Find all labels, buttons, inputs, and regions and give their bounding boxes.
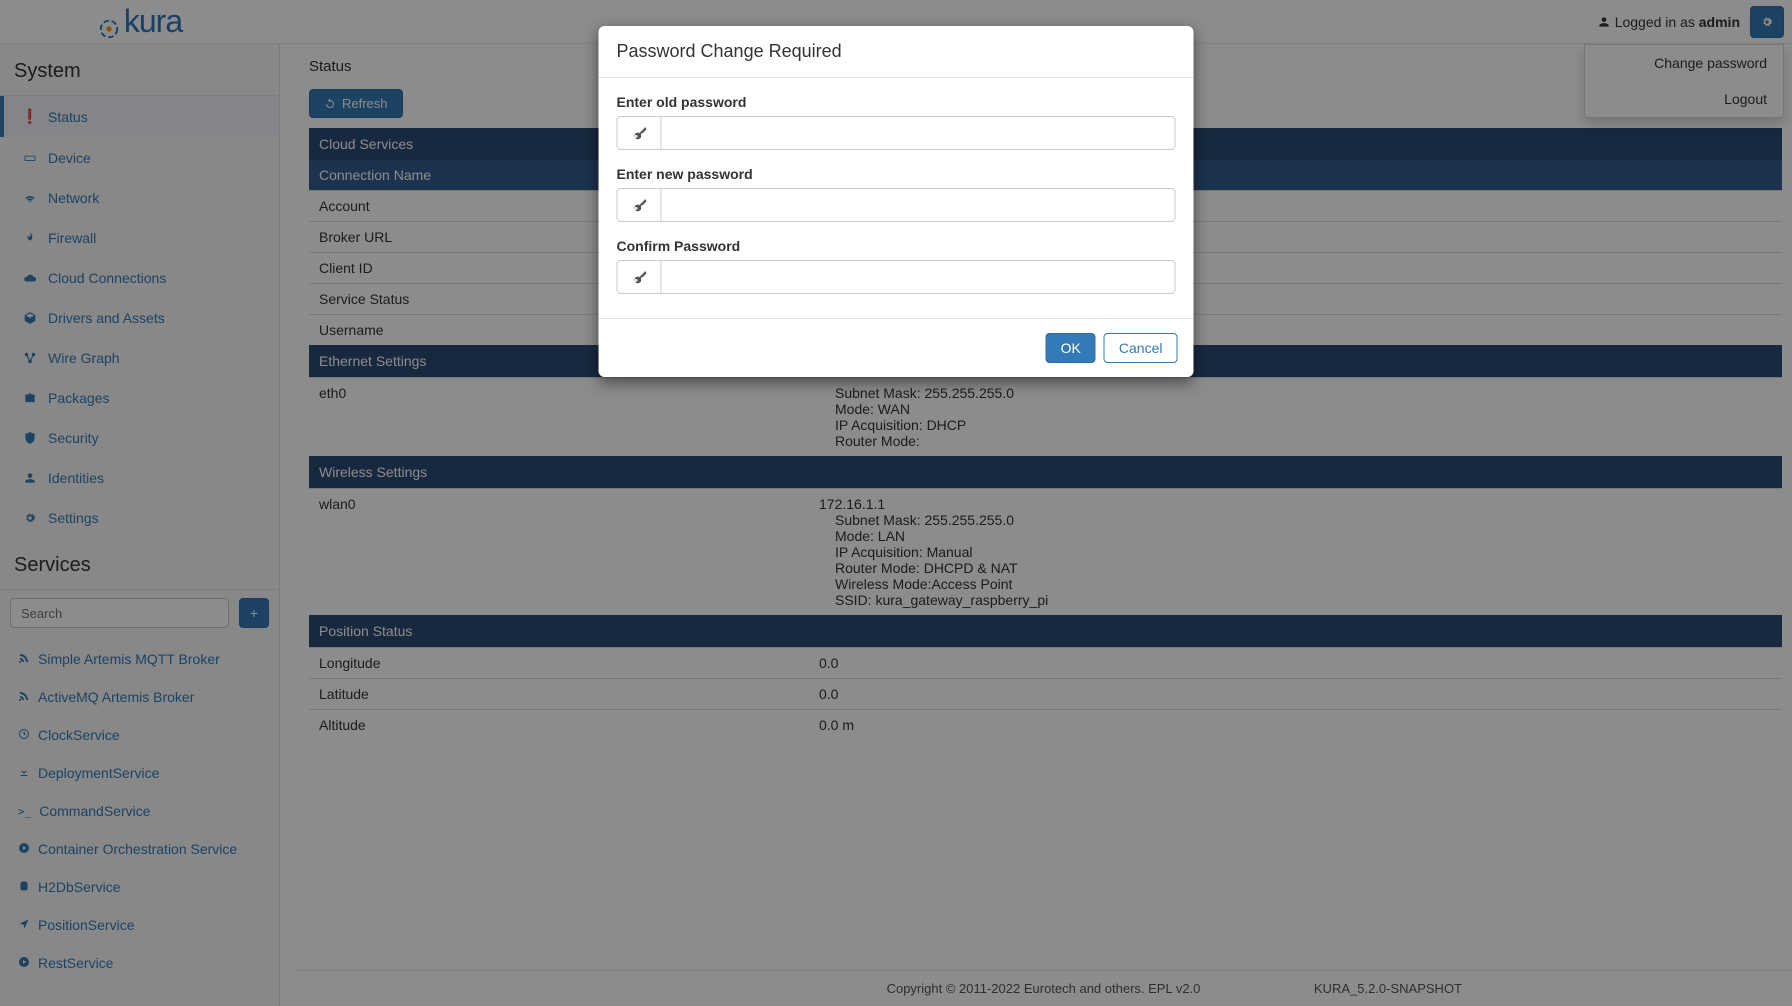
confirm-password-label: Confirm Password: [617, 238, 1176, 254]
modal-title: Password Change Required: [599, 26, 1194, 78]
old-password-input[interactable]: [661, 116, 1176, 150]
key-icon: [617, 116, 661, 150]
key-icon: [617, 188, 661, 222]
new-password-label: Enter new password: [617, 166, 1176, 182]
new-password-input[interactable]: [661, 188, 1176, 222]
confirm-password-input[interactable]: [661, 260, 1176, 294]
cancel-button[interactable]: Cancel: [1104, 333, 1178, 363]
old-password-label: Enter old password: [617, 94, 1176, 110]
password-change-modal: Password Change Required Enter old passw…: [599, 26, 1194, 377]
key-icon: [617, 260, 661, 294]
ok-button[interactable]: OK: [1046, 333, 1096, 363]
